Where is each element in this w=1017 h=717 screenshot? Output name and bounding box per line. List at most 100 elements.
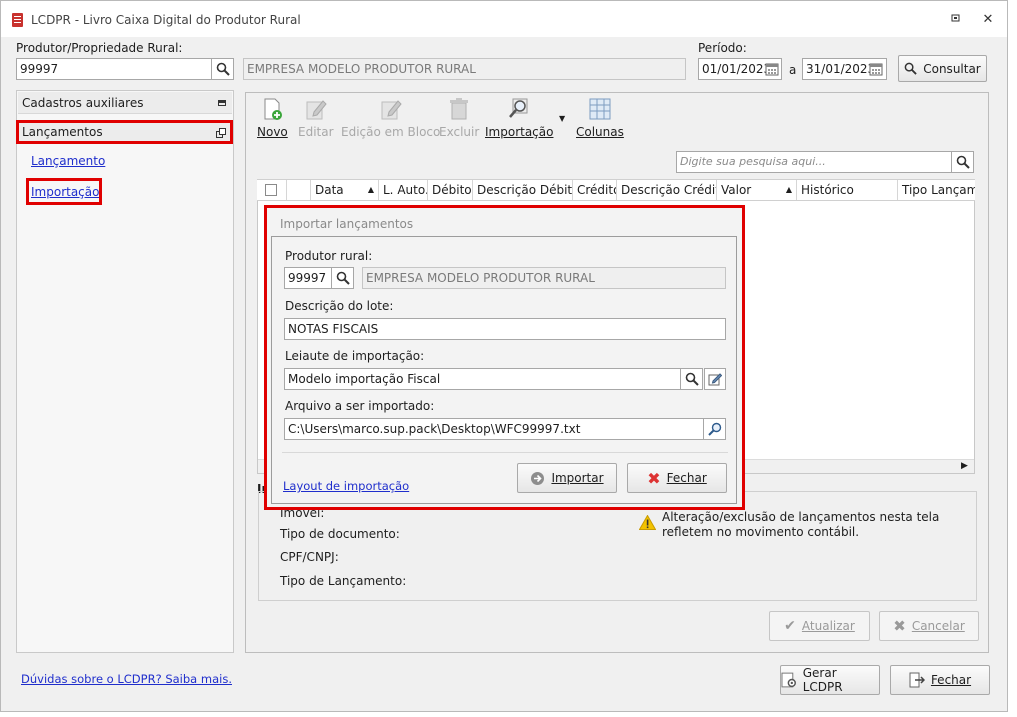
bulk-edit-button[interactable]: Edição em Bloco (341, 97, 440, 139)
dialog-divider (282, 452, 728, 453)
app-icon (12, 13, 23, 27)
window-title: LCDPR - Livro Caixa Digital do Produtor … (31, 13, 301, 27)
dialog-body: Produtor rural: 99997 EMPRESA MODELO PRO… (271, 236, 737, 504)
sort-asc-icon: ▲ (785, 185, 792, 194)
grid-header: Data ▲ L. Auto. Débito Descrição Débito C… (257, 179, 975, 201)
grid-col-valor[interactable]: Valor ▲ (717, 180, 797, 200)
dialog-layout-input[interactable]: Modelo importação Fiscal (284, 368, 681, 390)
dialog-producer-search-icon[interactable] (332, 267, 354, 289)
dialog-file-browse-icon[interactable] (704, 418, 726, 440)
popout-icon[interactable] (216, 127, 226, 138)
check-icon: ✔ (784, 618, 796, 634)
gear-icon (781, 672, 796, 688)
dialog-batch-input[interactable]: NOTAS FISCAIS (284, 318, 726, 340)
update-button-label: Atualizar (801, 619, 855, 633)
sidebar (16, 90, 234, 653)
info-field-tipo-lancamento: Tipo de Lançamento: (280, 574, 407, 588)
import-toolbar-label: Importação (485, 125, 554, 139)
close-window-icon[interactable]: ✕ (979, 11, 997, 29)
edit-icon (306, 100, 327, 120)
import-toolbar-button[interactable]: Importação (485, 97, 553, 139)
close-button-label: Fechar (930, 673, 972, 687)
grid-col-spacer (287, 180, 311, 200)
generate-lcdpr-button[interactable]: Gerar LCDPR (780, 665, 880, 695)
delete-button-label: Excluir (439, 125, 480, 139)
sidebar-section-label: Cadastros auxiliares (22, 96, 144, 110)
grid-search-input[interactable]: Digite sua pesquisa aqui... (676, 151, 952, 173)
bulk-edit-button-label: Edição em Bloco (341, 125, 441, 139)
warning-icon (638, 514, 657, 530)
grid-col-credito[interactable]: Crédito (573, 180, 617, 200)
consult-button[interactable]: Consultar (898, 55, 987, 82)
dialog-producer-name-field: EMPRESA MODELO PRODUTOR RURAL (362, 267, 726, 289)
bulk-edit-icon (381, 100, 402, 120)
period-label: Período: (698, 41, 747, 55)
close-button[interactable]: Fechar (890, 665, 990, 695)
grid-col-label: Data (315, 183, 344, 197)
dialog-layout-label: Leiaute de importação: (285, 349, 425, 363)
new-document-icon (264, 98, 283, 120)
search-icon (904, 62, 917, 75)
grid-search-icon[interactable] (952, 151, 974, 173)
grid-col-label: Valor (721, 183, 752, 197)
calendar-icon[interactable] (762, 58, 782, 80)
delete-button[interactable]: Excluir (439, 97, 479, 139)
cancel-x-icon: ✖ (893, 617, 906, 635)
dialog-layout-search-icon[interactable] (681, 368, 703, 390)
consult-button-label: Consultar (923, 61, 981, 76)
date-separator: a (789, 63, 797, 77)
new-button-label: Novo (257, 125, 288, 139)
restore-icon[interactable] (947, 11, 965, 29)
sidebar-section-lancamentos[interactable]: Lançamentos (18, 121, 232, 143)
dialog-layout-link[interactable]: Layout de importação (283, 479, 409, 493)
dialog-layout-edit-icon[interactable] (704, 368, 726, 390)
dialog-close-button[interactable]: ✖ Fechar (627, 463, 727, 493)
producer-code-input[interactable]: 99997 (16, 58, 212, 80)
columns-button-label: Colunas (576, 125, 624, 139)
sidebar-section-cadastros[interactable]: Cadastros auxiliares (18, 92, 232, 114)
import-search-icon (509, 98, 528, 118)
cancel-button-label: Cancelar (911, 619, 965, 633)
dialog-file-input[interactable]: C:\Users\marco.sup.pack\Desktop\WFC99997… (284, 418, 704, 440)
grid-col-tipo[interactable]: Tipo Lançame (898, 180, 975, 200)
grid-col-desc-credito[interactable]: Descrição Crédito (617, 180, 717, 200)
dialog-title: Importar lançamentos (280, 217, 414, 231)
main-window: LCDPR - Livro Caixa Digital do Produtor … (0, 0, 1008, 712)
warning-text: Alteração/exclusão de lançamentos nesta … (662, 510, 940, 539)
grid-col-historico[interactable]: Histórico (797, 180, 898, 200)
dialog-producer-label: Produtor rural: (285, 249, 373, 263)
select-all-checkbox[interactable] (257, 180, 287, 200)
grid-col-lauto[interactable]: L. Auto. (379, 180, 428, 200)
new-button[interactable]: Novo (257, 97, 288, 139)
sidebar-item-importacao[interactable]: Importação (31, 185, 99, 199)
import-dialog: Importar lançamentos Produtor rural: 999… (264, 205, 745, 510)
cancel-button[interactable]: ✖ Cancelar (879, 611, 979, 641)
update-button[interactable]: ✔ Atualizar (769, 611, 870, 641)
grid-col-debito[interactable]: Débito (428, 180, 473, 200)
producer-search-icon[interactable] (212, 58, 234, 80)
grid-col-data[interactable]: Data ▲ (311, 180, 379, 200)
import-arrow-icon (531, 471, 545, 485)
scroll-right-icon[interactable]: ▶ (961, 461, 968, 471)
dialog-import-label: Importar (551, 471, 604, 485)
calendar-icon[interactable] (866, 58, 886, 80)
dropdown-arrow-icon[interactable]: ▼ (559, 114, 565, 123)
producer-label: Produtor/Propriedade Rural: (16, 41, 183, 55)
close-x-icon: ✖ (647, 468, 661, 488)
dialog-batch-label: Descrição do lote: (285, 299, 394, 313)
date-to-value: 31/01/2023 (806, 62, 876, 76)
info-field-cpf-cnpj: CPF/CNPJ: (280, 550, 339, 564)
minimize-section-icon[interactable] (218, 100, 226, 106)
title-bar: LCDPR - Livro Caixa Digital do Produtor … (1, 1, 1007, 37)
grid-col-desc-debito[interactable]: Descrição Débito (473, 180, 573, 200)
date-from-value: 01/01/2023 (702, 62, 772, 76)
trash-icon (450, 98, 469, 120)
dialog-import-button[interactable]: Importar (517, 463, 617, 493)
edit-button[interactable]: Editar (298, 97, 334, 139)
generate-lcdpr-label: Gerar LCDPR (802, 666, 843, 694)
dialog-producer-code-input[interactable]: 99997 (284, 267, 332, 289)
edit-button-label: Editar (298, 125, 334, 139)
help-link[interactable]: Dúvidas sobre o LCDPR? Saiba mais. (21, 672, 232, 686)
columns-button[interactable]: Colunas (576, 97, 624, 139)
sidebar-item-lancamento[interactable]: Lançamento (31, 154, 105, 168)
